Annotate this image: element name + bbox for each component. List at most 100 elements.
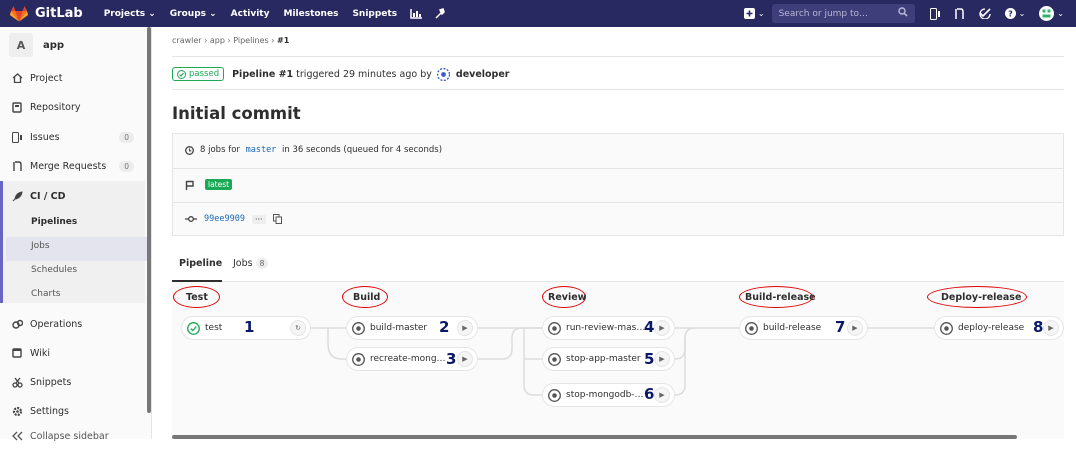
- stage-title-review: Review: [548, 292, 587, 303]
- annotation-number: 3: [446, 350, 457, 368]
- branch-link[interactable]: master: [246, 145, 277, 155]
- nav-activity[interactable]: Activity: [231, 9, 270, 19]
- search-input[interactable]: Search or jump to…: [771, 4, 915, 23]
- annotation-number: 8: [1033, 318, 1044, 336]
- sidebar-item-label: Wiki: [30, 347, 50, 359]
- job-label: stop-mongodb-…: [566, 390, 644, 400]
- breadcrumb-app[interactable]: app: [210, 36, 225, 45]
- sidebar-item-wiki[interactable]: Wiki: [0, 340, 145, 366]
- job-label: build-master: [370, 323, 428, 333]
- sidebar-item-label: Issues: [30, 131, 60, 143]
- breadcrumb-current[interactable]: #1: [277, 36, 289, 45]
- commit-sha-link[interactable]: 99ee9909: [204, 214, 245, 224]
- user-name[interactable]: developer: [456, 69, 510, 80]
- todos-icon[interactable]: [978, 8, 991, 19]
- settings-icon: [11, 405, 23, 417]
- nav-projects[interactable]: Projects ⌄: [104, 9, 156, 19]
- issues-icon[interactable]: [929, 7, 940, 20]
- jobs-count-badge: 8: [255, 258, 269, 269]
- sidebar-scrollbar[interactable]: [147, 27, 151, 413]
- manual-icon: [352, 352, 365, 366]
- play-icon[interactable]: ▶: [847, 320, 863, 336]
- play-icon[interactable]: ▶: [654, 387, 670, 403]
- pipeline-info-box: 8 jobs for master in 36 seconds (queued …: [172, 133, 1064, 236]
- manual-icon: [548, 352, 561, 366]
- pipeline-tabs: Pipeline Jobs 8: [172, 252, 1064, 282]
- job-recreate-mongo[interactable]: recreate-mong… ▶: [346, 347, 478, 371]
- sidebar-item-snippets[interactable]: Snippets: [0, 369, 145, 395]
- status-badge[interactable]: passed: [172, 67, 225, 81]
- annotation-number: 6: [644, 385, 655, 403]
- sidebar-project-header[interactable]: A app: [0, 27, 151, 63]
- jobs-summary-suffix: in 36 seconds (queued for 4 seconds): [279, 145, 443, 155]
- annotation-number: 7: [835, 318, 846, 336]
- merge-request-icon[interactable]: [954, 7, 965, 20]
- passed-icon: [187, 321, 200, 335]
- ref-tags-row: latest: [185, 179, 233, 190]
- nav-snippets[interactable]: Snippets: [352, 9, 397, 19]
- job-deploy-release[interactable]: deploy-release ▶: [934, 316, 1064, 340]
- breadcrumb-pipelines[interactable]: Pipelines: [233, 36, 268, 45]
- sidebar-item-ci-cd[interactable]: CI / CD: [3, 183, 145, 209]
- job-label: run-review-mas…: [566, 323, 646, 333]
- job-stop-mongodb[interactable]: stop-mongodb-… ▶: [542, 383, 675, 407]
- sidebar-item-label: Merge Requests: [30, 160, 107, 172]
- tanuki-icon: [10, 5, 28, 21]
- collapse-icon: [11, 430, 23, 442]
- stage-title-deploy-release: Deploy-release: [941, 292, 1022, 303]
- divider: [173, 168, 1063, 169]
- wiki-icon: [11, 347, 23, 359]
- sidebar-sub-pipelines[interactable]: Pipelines: [31, 217, 77, 227]
- merge-request-icon: [11, 160, 23, 172]
- job-stop-app-master[interactable]: stop-app-master ▶: [542, 347, 675, 371]
- chart-icon[interactable]: [410, 8, 423, 19]
- expand-commit-button[interactable]: ···: [251, 214, 266, 224]
- stage-title-build: Build: [353, 292, 381, 303]
- clock-icon: [185, 145, 194, 155]
- tab-pipeline[interactable]: Pipeline: [179, 258, 222, 269]
- jobs-summary: 8 jobs for master in 36 seconds (queued …: [185, 145, 442, 155]
- sidebar-item-merge-requests[interactable]: Merge Requests 0: [0, 153, 145, 179]
- nav-groups[interactable]: Groups ⌄: [170, 9, 217, 19]
- nav-milestones[interactable]: Milestones: [283, 9, 338, 19]
- user-avatar[interactable]: [436, 67, 450, 81]
- divider: [172, 56, 1064, 57]
- sidebar-sub-jobs[interactable]: Jobs: [31, 241, 50, 251]
- tab-jobs[interactable]: Jobs 8: [233, 258, 269, 269]
- right-nav: ⌄ Search or jump to… ? ⌄ ⌄: [737, 0, 1076, 27]
- sidebar-item-issues[interactable]: Issues 0: [0, 124, 145, 150]
- home-icon: [11, 72, 23, 84]
- sidebar-sub-charts[interactable]: Charts: [31, 289, 60, 299]
- play-icon[interactable]: ▶: [654, 351, 670, 367]
- user-avatar[interactable]: ⌄: [1039, 6, 1064, 21]
- sidebar-item-operations[interactable]: Operations: [0, 311, 145, 337]
- commit-icon: [185, 216, 197, 222]
- sidebar-item-repository[interactable]: Repository: [0, 94, 145, 120]
- play-icon[interactable]: ▶: [457, 351, 473, 367]
- book-icon: [11, 101, 23, 113]
- sidebar-item-settings[interactable]: Settings: [0, 398, 145, 424]
- flag-icon: [185, 180, 194, 190]
- stage-title-test: Test: [186, 292, 208, 303]
- play-icon[interactable]: ▶: [654, 320, 670, 336]
- job-build-master[interactable]: build-master ▶: [346, 316, 478, 340]
- wrench-icon[interactable]: [434, 8, 445, 19]
- active-item-highlight: [6, 237, 148, 261]
- gitlab-logo[interactable]: GitLab: [10, 5, 97, 22]
- project-name: app: [43, 39, 65, 51]
- copy-icon[interactable]: [272, 214, 282, 224]
- play-icon[interactable]: ▶: [1043, 320, 1059, 336]
- breadcrumb-crawler[interactable]: crawler: [172, 36, 202, 45]
- collapse-sidebar-button[interactable]: Collapse sidebar: [0, 423, 145, 449]
- play-icon[interactable]: ▶: [457, 320, 473, 336]
- retry-icon[interactable]: ↻: [290, 320, 306, 336]
- new-dropdown-icon[interactable]: ⌄: [743, 8, 765, 19]
- sidebar-sub-schedules[interactable]: Schedules: [31, 265, 77, 275]
- help-icon[interactable]: ? ⌄: [1004, 8, 1025, 19]
- sidebar-item-label: Snippets: [30, 376, 72, 388]
- issues-count-badge: 0: [119, 131, 134, 143]
- job-run-review-master[interactable]: run-review-mas… ▶: [542, 316, 675, 340]
- pipeline-horizontal-scrollbar[interactable]: [172, 435, 1017, 439]
- job-build-release[interactable]: build-release ▶: [739, 316, 868, 340]
- sidebar-item-project[interactable]: Project: [0, 65, 145, 91]
